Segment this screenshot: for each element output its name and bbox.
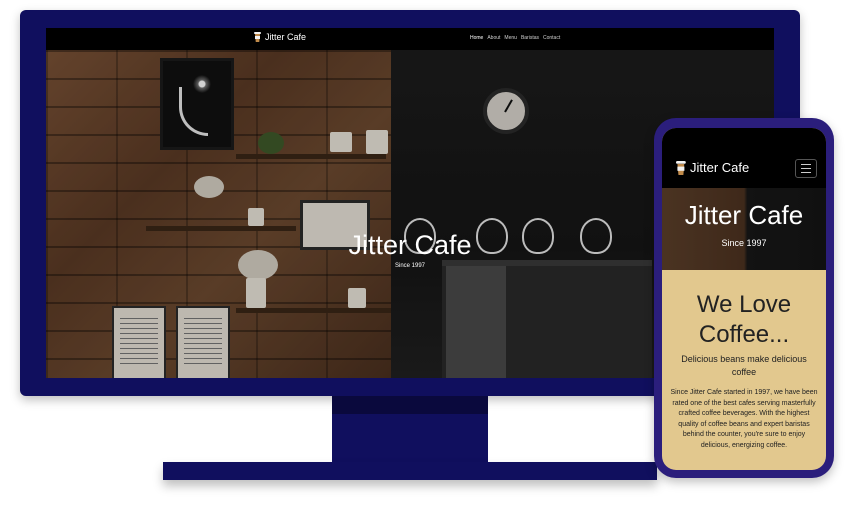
mobile-brand-link[interactable]: Jitter Cafe [676, 160, 749, 175]
nav-link-about[interactable]: About [487, 35, 500, 41]
monitor-stand-neck [332, 396, 488, 462]
desktop-hero-title: Jitter Cafe [348, 230, 472, 260]
nav-link-baristas[interactable]: Baristas [521, 35, 539, 41]
coffee-cup-icon [676, 160, 686, 175]
mobile-navbar: Jitter Cafe [662, 128, 826, 188]
monitor-stand-base [163, 462, 657, 480]
desktop-nav-links: Home About Menu Baristas Contact [470, 35, 560, 41]
mobile-brand-label: Jitter Cafe [690, 160, 750, 175]
desktop-hero-subtitle: Since 1997 [394, 263, 426, 269]
nav-link-contact[interactable]: Contact [543, 35, 560, 41]
nav-link-home[interactable]: Home [470, 35, 483, 41]
coffee-cup-icon [254, 32, 261, 42]
nav-link-menu[interactable]: Menu [504, 35, 517, 41]
mobile-section-body: Since Jitter Cafe started in 1997, we ha… [670, 389, 818, 449]
mobile-screen: Jitter Cafe Jitter Cafe Since 1997 We Lo… [662, 128, 826, 470]
mobile-hero-title: Jitter Cafe [684, 200, 804, 230]
desktop-navbar: Jitter Cafe Home About Menu Baristas Con… [46, 28, 774, 50]
mobile-section-subheading: Delicious beans make delicious coffee [681, 354, 807, 377]
desktop-brand-link[interactable]: Jitter Cafe [254, 32, 306, 42]
mobile-section-heading: We Love Coffee... [696, 291, 792, 348]
mobile-phone: Jitter Cafe Jitter Cafe Since 1997 We Lo… [654, 118, 834, 478]
desktop-brand-label: Jitter Cafe [265, 32, 307, 42]
hamburger-icon[interactable] [795, 159, 817, 178]
